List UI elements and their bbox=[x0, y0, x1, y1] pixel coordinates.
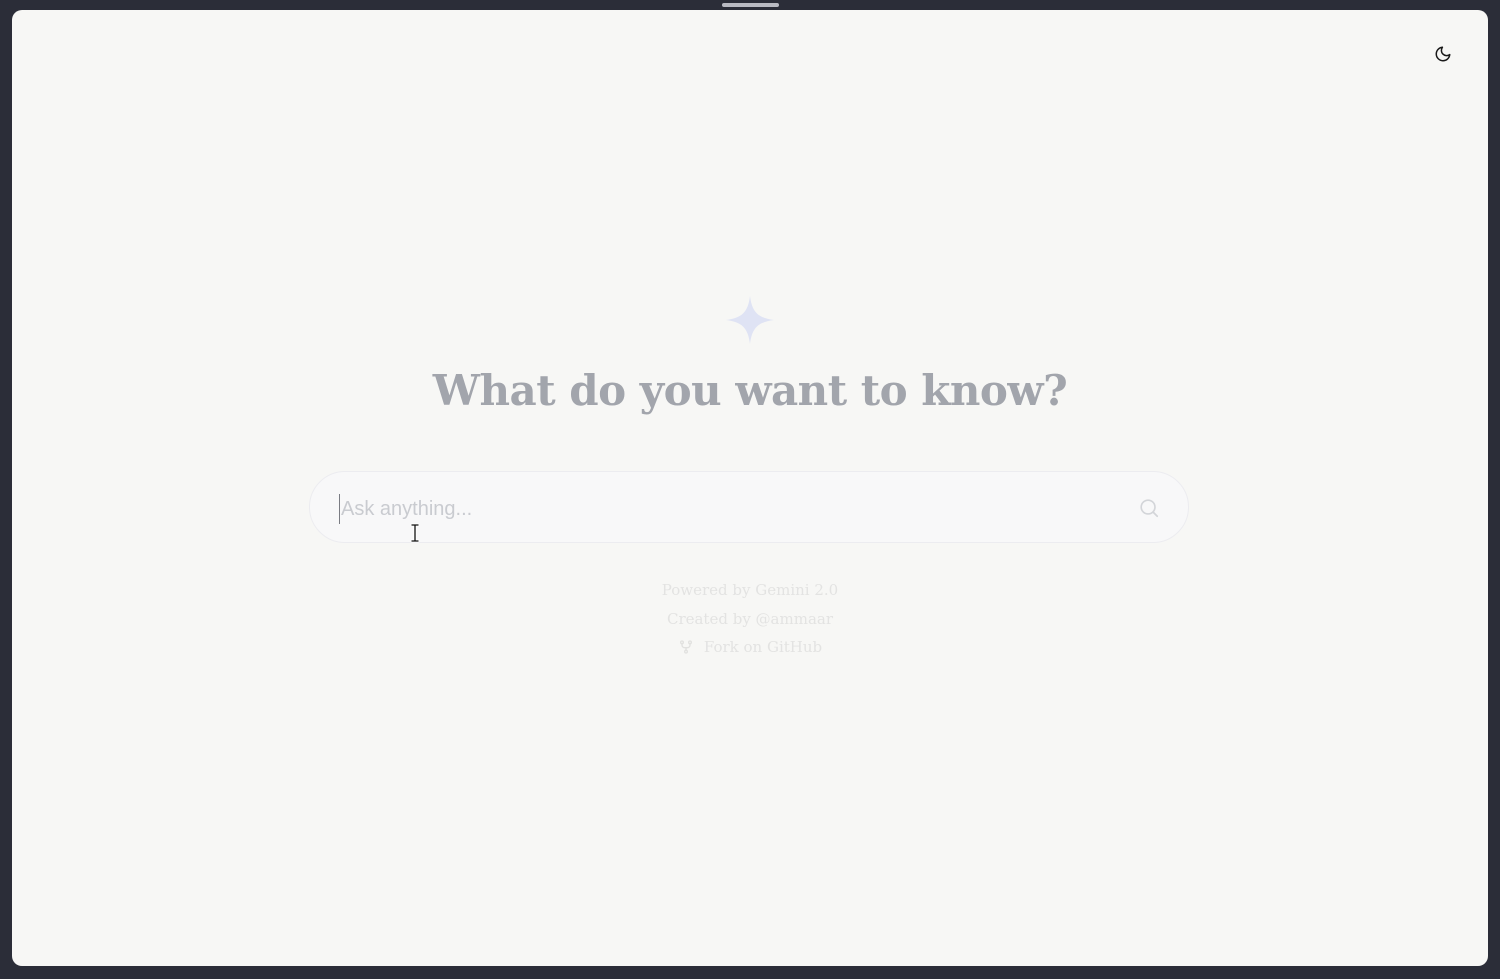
footer: Powered by Gemini 2.0 Created by @ammaar… bbox=[12, 576, 1488, 662]
search-icon[interactable] bbox=[1138, 497, 1160, 519]
fork-icon bbox=[679, 640, 692, 654]
search-box[interactable] bbox=[309, 471, 1189, 543]
search-input[interactable] bbox=[339, 494, 1123, 524]
theme-toggle-button[interactable] bbox=[1432, 43, 1454, 65]
window-frame: What do you want to know? Powered by Gem… bbox=[0, 0, 1500, 979]
moon-icon bbox=[1435, 46, 1451, 62]
page-title: What do you want to know? bbox=[432, 366, 1068, 415]
fork-on-github-link[interactable]: Fork on GitHub bbox=[678, 633, 822, 662]
app-screen: What do you want to know? Powered by Gem… bbox=[12, 10, 1488, 966]
created-by-link[interactable]: Created by @ammaar bbox=[667, 605, 833, 634]
hero: What do you want to know? bbox=[12, 294, 1488, 415]
fork-link-label: Fork on GitHub bbox=[703, 638, 823, 656]
powered-by-text: Powered by Gemini 2.0 bbox=[661, 581, 839, 599]
sparkle-icon bbox=[726, 296, 774, 344]
text-cursor-icon bbox=[410, 523, 420, 543]
window-notch bbox=[722, 3, 779, 7]
